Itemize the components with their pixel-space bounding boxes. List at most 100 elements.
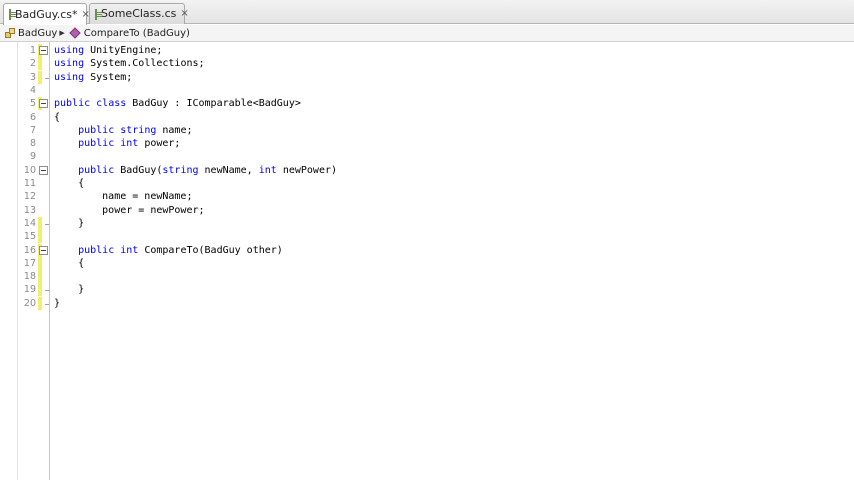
keyword-token: int [120, 138, 139, 150]
document-tab-bar: BadGuy.cs* × SomeClass.cs × [0, 0, 854, 25]
keyword-token: public [54, 98, 91, 110]
keyword-token: string [162, 164, 199, 176]
tab-badguy-cs[interactable]: BadGuy.cs* × [3, 3, 90, 25]
changed-line-marker [38, 256, 42, 270]
fold-toggle-icon[interactable] [39, 46, 48, 55]
fold-end-marker [45, 283, 49, 292]
code-line[interactable]: 19 } [0, 283, 854, 297]
file-icon [9, 9, 16, 20]
line-number: 2 [29, 58, 36, 70]
code-text: public class BadGuy : IComparable<BadGuy… [54, 97, 301, 110]
method-icon [69, 27, 81, 39]
line-number: 4 [29, 84, 36, 96]
chevron-right-icon[interactable]: ▶ [59, 29, 64, 37]
file-icon [95, 8, 102, 20]
fold-toggle-icon[interactable] [39, 99, 48, 109]
line-number: 12 [23, 191, 36, 203]
code-token: System; [84, 71, 133, 83]
fold-toggle-icon[interactable] [39, 165, 48, 175]
code-token: power; [138, 138, 181, 150]
code-token: } [54, 217, 85, 229]
code-text: using System.Collections; [54, 57, 205, 70]
code-token: newPower) [276, 164, 338, 176]
code-text: { [54, 111, 60, 124]
breadcrumb-class[interactable]: BadGuy [18, 28, 57, 39]
keyword-token: public [78, 164, 115, 176]
changed-line-marker [38, 230, 42, 244]
code-text: { [54, 257, 84, 270]
code-text: using UnityEngine; [54, 44, 162, 57]
line-number: 3 [29, 71, 36, 83]
line-number: 17 [23, 257, 36, 269]
line-number: 20 [23, 297, 36, 309]
code-token: newName, [198, 164, 259, 176]
code-line[interactable]: 6{ [0, 111, 854, 124]
keyword-token: class [96, 98, 127, 110]
code-text: } [54, 297, 60, 310]
code-line[interactable]: 13 power = newPower; [0, 204, 854, 217]
code-line[interactable]: 9 [0, 150, 854, 163]
code-line[interactable]: 7 public string name; [0, 124, 854, 137]
changed-line-marker [38, 216, 42, 230]
line-number: 6 [29, 111, 36, 123]
code-text: using System; [54, 71, 132, 84]
code-token: BadGuy( [114, 164, 163, 176]
code-text: } [54, 217, 84, 230]
code-text: public int CompareTo(BadGuy other) [54, 244, 283, 257]
line-number: 5 [29, 98, 36, 110]
line-number: 11 [23, 178, 36, 189]
code-line[interactable]: 10 public BadGuy(string newName, int new… [0, 164, 854, 177]
keyword-token: string [120, 124, 157, 136]
keyword-token: public [78, 138, 115, 150]
keyword-token: public [78, 124, 115, 136]
line-number: 14 [23, 217, 36, 229]
code-token: { [54, 111, 61, 123]
code-text: public string name; [54, 124, 193, 137]
code-line[interactable]: 2 using System.Collections; [0, 57, 854, 71]
close-icon[interactable]: × [180, 4, 188, 24]
code-token: } [54, 284, 85, 296]
code-line[interactable]: 3 using System; [0, 70, 854, 84]
code-line[interactable]: 1 using UnityEngine; [0, 44, 854, 57]
fold-toggle-icon[interactable] [39, 245, 48, 255]
line-number: 19 [23, 284, 36, 296]
code-line[interactable]: 16 public int CompareTo(BadGuy other) [0, 243, 854, 257]
code-token: UnityEngine; [84, 45, 163, 56]
changed-line-marker [38, 70, 42, 84]
code-line[interactable]: 15 [0, 230, 854, 244]
code-editor[interactable]: 1 using UnityEngine; 2 using System.Collect… [0, 42, 854, 480]
code-token: { [54, 257, 85, 269]
tab-someclass-cs[interactable]: SomeClass.cs × [89, 3, 189, 24]
fold-end-marker [45, 217, 49, 225]
breadcrumb-method[interactable]: CompareTo (BadGuy) [84, 28, 190, 39]
fold-end-marker [45, 297, 49, 305]
keyword-token: using [54, 45, 85, 56]
tab-label: BadGuy.cs* [15, 7, 78, 21]
code-line[interactable]: 11 { [0, 177, 854, 190]
keyword-token: int [120, 244, 139, 256]
code-line[interactable]: 18 [0, 270, 854, 284]
line-number: 16 [23, 244, 36, 256]
code-line[interactable]: 8 public int power; [0, 137, 854, 150]
line-number: 9 [29, 151, 36, 163]
code-line[interactable]: 12 name = newName; [0, 190, 854, 203]
code-line[interactable]: 5 public class BadGuy : IComparable<BadGu… [0, 97, 854, 111]
code-token: power = newPower; [54, 204, 205, 216]
line-number: 1 [29, 45, 36, 56]
line-number: 13 [23, 204, 36, 216]
line-number: 10 [23, 164, 36, 176]
code-token: name = newName; [54, 191, 193, 203]
breadcrumb: BadGuy ▶ CompareTo (BadGuy) [0, 25, 854, 42]
code-line[interactable]: 4 [0, 84, 854, 97]
class-icon [5, 28, 15, 38]
code-token: BadGuy : IComparable<BadGuy> [126, 98, 301, 110]
code-text: power = newPower; [54, 204, 205, 217]
keyword-token: int [258, 164, 277, 176]
tab-label: SomeClass.cs [101, 7, 177, 20]
code-line[interactable]: 14 } [0, 216, 854, 230]
code-line[interactable]: 17 { [0, 256, 854, 270]
code-token: name; [156, 124, 193, 136]
keyword-token: using [54, 71, 85, 83]
code-line[interactable]: 20} [0, 296, 854, 310]
